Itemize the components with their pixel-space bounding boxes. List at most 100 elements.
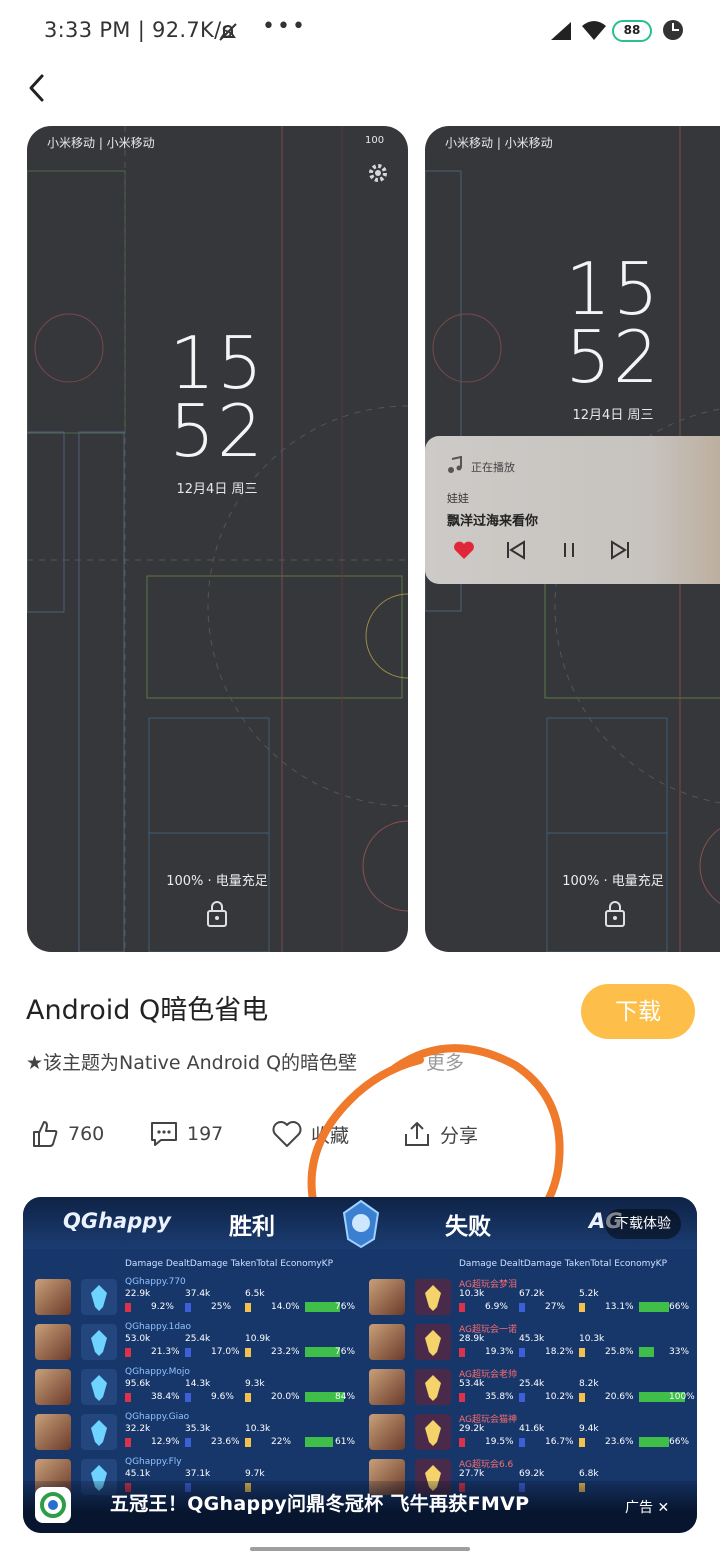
- player-stat-percent: 19.5%: [485, 1437, 514, 1447]
- pause-icon[interactable]: [561, 540, 577, 560]
- signal-icon: [551, 22, 571, 40]
- player-name: QGhappy.770: [125, 1277, 186, 1287]
- player-kp-bar: [305, 1437, 333, 1447]
- player-stat-percent: 38.4%: [151, 1392, 180, 1402]
- player-stat-bar: [245, 1303, 251, 1312]
- player-stat-value: 9.3k: [245, 1379, 265, 1389]
- player-stat-value: 29.2k: [459, 1424, 485, 1434]
- player-stat-bar: [245, 1393, 251, 1402]
- ad-player-row: QGhappy.1dao 53.0k 21.3% 25.4k 17.0% 10.9k 23.…: [23, 1320, 355, 1364]
- player-role-icon: [415, 1279, 451, 1315]
- player-stat-percent: 12.9%: [151, 1437, 180, 1447]
- ad-player-row: AG超玩会一诺 28.9k 19.3% 45.3k 18.2% 10.3k 25.8% 33%: [357, 1320, 689, 1364]
- player-stat-bar: [459, 1348, 465, 1357]
- player-name: QGhappy.1dao: [125, 1322, 192, 1332]
- player-stat-value: 53.0k: [125, 1334, 151, 1344]
- player-stat-percent: 9.2%: [151, 1302, 174, 1312]
- like-count: 760: [68, 1123, 105, 1145]
- player-stat-value: 5.2k: [579, 1289, 599, 1299]
- ad-player-row: AG超玩会猫神 29.2k 19.5% 41.6k 16.7% 9.4k 23.6% 66%: [357, 1410, 690, 1454]
- music-widget: 正在播放 娃娃 飘洋过海来看你: [425, 436, 720, 584]
- player-stat-percent: 19.3%: [485, 1347, 514, 1357]
- music-screen-carrier: 小米移动 | 小米移动: [445, 136, 553, 150]
- comment-icon: [151, 1122, 177, 1146]
- player-stat-bar: [459, 1438, 465, 1447]
- player-stat-bar: [125, 1393, 131, 1402]
- trophy-emblem-icon: [342, 1199, 380, 1249]
- player-kp-value: 84%: [335, 1392, 356, 1402]
- player-stat-percent: 23.2%: [271, 1347, 300, 1357]
- ad-label-close[interactable]: 广告 ✕: [625, 1497, 669, 1517]
- player-stat-value: 10.3k: [579, 1334, 605, 1344]
- player-stat-bar: [185, 1348, 191, 1357]
- ad-columns-left: Damage DealtDamage TakenTotal EconomyKP: [125, 1259, 333, 1269]
- player-stat-bar: [125, 1303, 131, 1312]
- player-avatar: [35, 1324, 71, 1360]
- next-track-icon[interactable]: [609, 540, 631, 560]
- player-stat-value: 37.1k: [185, 1469, 211, 1479]
- ad-team-left: QGhappy: [63, 1209, 171, 1233]
- lockscreen-status: 100: [365, 135, 385, 146]
- player-stat-value: 10.9k: [245, 1334, 271, 1344]
- player-role-icon: [415, 1369, 451, 1405]
- ad-player-row: QGhappy.Mojo 95.6k 38.4% 14.3k 9.6% 9.3k 20.0%…: [23, 1365, 356, 1409]
- player-stat-bar: [519, 1303, 525, 1312]
- theme-title: Android Q暗色省电: [26, 995, 269, 1026]
- ad-columns-right: Damage DealtDamage TakenTotal EconomyKP: [459, 1259, 667, 1269]
- player-avatar: [35, 1279, 71, 1315]
- player-name: QGhappy.Fly: [125, 1457, 182, 1467]
- player-stat-value: 37.4k: [185, 1289, 211, 1299]
- status-more: •••: [262, 14, 307, 39]
- player-stat-percent: 35.8%: [485, 1392, 514, 1402]
- player-stat-value: 22.9k: [125, 1289, 151, 1299]
- player-stat-value: 6.5k: [245, 1289, 265, 1299]
- player-avatar: [35, 1369, 71, 1405]
- player-name: QGhappy.Giao: [125, 1412, 190, 1422]
- back-arrow-icon[interactable]: [22, 70, 54, 106]
- previous-track-icon[interactable]: [505, 540, 527, 560]
- lockscreen-clock-hour: 15: [169, 321, 265, 405]
- ad-download-trial-button[interactable]: 下载体验: [605, 1209, 681, 1239]
- player-stat-percent: 25%: [211, 1302, 232, 1312]
- music-screen-charge: 100% · 电量充足: [562, 874, 664, 889]
- player-role-icon: [81, 1414, 117, 1450]
- player-kp-value: 66%: [669, 1302, 690, 1312]
- player-stat-value: 27.7k: [459, 1469, 485, 1479]
- player-stat-value: 14.3k: [185, 1379, 211, 1389]
- player-stat-percent: 23.6%: [211, 1437, 240, 1447]
- player-stat-value: 41.6k: [519, 1424, 545, 1434]
- player-stat-percent: 6.9%: [485, 1302, 508, 1312]
- download-button[interactable]: 下载: [581, 984, 695, 1039]
- player-kp-value: 100%: [669, 1392, 695, 1402]
- ad-banner[interactable]: QGhappy 胜利 失败 AG 下载体验 Damage DealtDamage…: [23, 1197, 697, 1533]
- player-stat-bar: [125, 1438, 131, 1447]
- battery-indicator: 88: [612, 20, 652, 42]
- player-stat-bar: [579, 1393, 585, 1402]
- player-stat-percent: 25.8%: [605, 1347, 634, 1357]
- app-logo-icon: [40, 1492, 66, 1518]
- player-avatar: [369, 1414, 405, 1450]
- player-role-icon: [81, 1324, 117, 1360]
- music-screen-clock-minute: 52: [565, 315, 661, 399]
- like-button[interactable]: 760: [30, 1114, 104, 1154]
- music-note-icon: [448, 456, 462, 473]
- heart-icon[interactable]: [453, 540, 475, 560]
- comment-button[interactable]: 197: [149, 1114, 223, 1154]
- thumbs-up-icon: [33, 1121, 58, 1147]
- theme-preview-lockscreen[interactable]: 小米移动 | 小米移动 100 15 52 12月4日 周三 100% · 电量…: [27, 126, 408, 952]
- player-avatar: [369, 1279, 405, 1315]
- player-role-icon: [81, 1279, 117, 1315]
- player-stat-value: 69.2k: [519, 1469, 545, 1479]
- theme-preview-music[interactable]: 小米移动 | 小米移动 15 52 12月4日 周三 正在播放 娃娃 飘洋过海来…: [425, 126, 720, 952]
- lockscreen-carrier: 小米移动 | 小米移动: [47, 136, 155, 150]
- music-screen-date: 12月4日 周三: [572, 408, 654, 423]
- player-stat-bar: [185, 1393, 191, 1402]
- lock-icon: [207, 901, 227, 927]
- player-role-icon: [81, 1369, 117, 1405]
- player-stat-bar: [245, 1438, 251, 1447]
- player-stat-bar: [185, 1438, 191, 1447]
- player-kp-value: 66%: [669, 1437, 690, 1447]
- player-stat-percent: 9.6%: [211, 1392, 234, 1402]
- player-name: QGhappy.Mojo: [125, 1367, 190, 1377]
- player-stat-value: 9.7k: [245, 1469, 265, 1479]
